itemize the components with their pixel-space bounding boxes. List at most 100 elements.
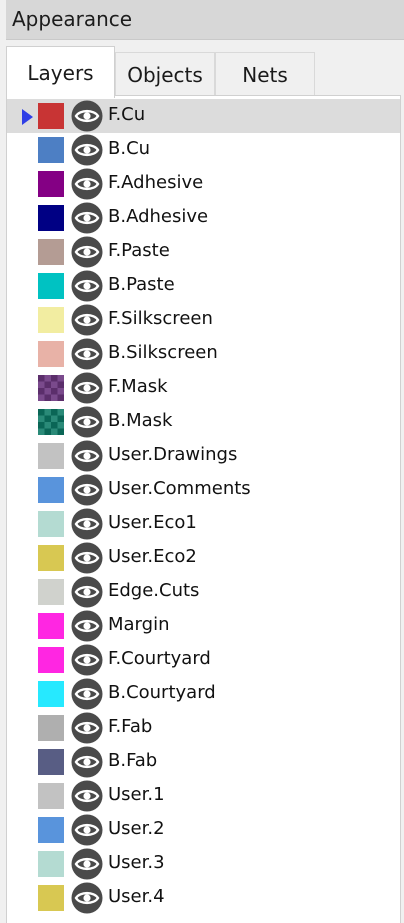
layer-row[interactable]: B.Mask bbox=[7, 405, 400, 439]
eye-icon[interactable] bbox=[71, 814, 103, 846]
layer-row[interactable]: F.Paste bbox=[7, 235, 400, 269]
eye-icon[interactable] bbox=[71, 270, 103, 302]
eye-icon[interactable] bbox=[71, 644, 103, 676]
layer-row[interactable]: Edge.Cuts bbox=[7, 575, 400, 609]
layer-name: User.Eco1 bbox=[108, 512, 197, 533]
layer-name: F.Adhesive bbox=[108, 172, 204, 193]
layers-panel: F.Cu B.Cu F.Adhesive B.Adhesive F.Paste B.Pas… bbox=[6, 95, 401, 923]
eye-icon[interactable] bbox=[71, 304, 103, 336]
layer-color-swatch[interactable] bbox=[38, 715, 64, 741]
layer-name: User.3 bbox=[108, 852, 165, 873]
eye-icon[interactable] bbox=[71, 236, 103, 268]
layer-color-swatch[interactable] bbox=[38, 103, 64, 129]
eye-icon[interactable] bbox=[71, 712, 103, 744]
layer-row[interactable]: User.Eco1 bbox=[7, 507, 400, 541]
eye-icon[interactable] bbox=[71, 848, 103, 880]
tab-objects[interactable]: Objects bbox=[115, 52, 215, 96]
layer-row[interactable]: F.Cu bbox=[7, 99, 400, 133]
layer-color-swatch[interactable] bbox=[38, 851, 64, 877]
eye-icon[interactable] bbox=[71, 576, 103, 608]
layer-color-swatch[interactable] bbox=[38, 783, 64, 809]
layer-row[interactable]: F.Silkscreen bbox=[7, 303, 400, 337]
eye-icon[interactable] bbox=[71, 406, 103, 438]
layer-name: B.Paste bbox=[108, 274, 175, 295]
layer-color-swatch[interactable] bbox=[38, 375, 64, 401]
eye-icon[interactable] bbox=[71, 134, 103, 166]
layer-row[interactable]: User.4 bbox=[7, 881, 400, 915]
layer-row[interactable]: F.Adhesive bbox=[7, 167, 400, 201]
layer-color-swatch[interactable] bbox=[38, 409, 64, 435]
layer-name: F.Silkscreen bbox=[108, 308, 213, 329]
layer-row[interactable]: F.Courtyard bbox=[7, 643, 400, 677]
layer-color-swatch[interactable] bbox=[38, 137, 64, 163]
layer-name: User.1 bbox=[108, 784, 165, 805]
layer-name: B.Courtyard bbox=[108, 682, 216, 703]
eye-icon[interactable] bbox=[71, 882, 103, 914]
layer-color-swatch[interactable] bbox=[38, 647, 64, 673]
layer-color-swatch[interactable] bbox=[38, 443, 64, 469]
layer-name: F.Fab bbox=[108, 716, 153, 737]
layer-color-swatch[interactable] bbox=[38, 511, 64, 537]
eye-icon[interactable] bbox=[71, 780, 103, 812]
layer-color-swatch[interactable] bbox=[38, 205, 64, 231]
layer-color-swatch[interactable] bbox=[38, 579, 64, 605]
eye-icon[interactable] bbox=[71, 440, 103, 472]
layer-color-swatch[interactable] bbox=[38, 545, 64, 571]
layer-row[interactable]: User.3 bbox=[7, 847, 400, 881]
layer-name: User.2 bbox=[108, 818, 165, 839]
eye-icon[interactable] bbox=[71, 746, 103, 778]
eye-icon[interactable] bbox=[71, 678, 103, 710]
layer-color-swatch[interactable] bbox=[38, 477, 64, 503]
layer-name: User.Comments bbox=[108, 478, 251, 499]
layer-name: F.Mask bbox=[108, 376, 168, 397]
layer-row[interactable]: B.Cu bbox=[7, 133, 400, 167]
tab-nets[interactable]: Nets bbox=[215, 52, 315, 96]
layer-list: F.Cu B.Cu F.Adhesive B.Adhesive F.Paste B.Pas… bbox=[7, 99, 400, 915]
layer-name: B.Fab bbox=[108, 750, 158, 771]
layer-row[interactable]: F.Mask bbox=[7, 371, 400, 405]
layer-row[interactable]: User.Comments bbox=[7, 473, 400, 507]
layer-name: B.Silkscreen bbox=[108, 342, 218, 363]
layer-name: User.Drawings bbox=[108, 444, 238, 465]
layer-row[interactable]: F.Fab bbox=[7, 711, 400, 745]
layer-row[interactable]: B.Fab bbox=[7, 745, 400, 779]
layer-color-swatch[interactable] bbox=[38, 817, 64, 843]
panel-title: Appearance bbox=[12, 7, 133, 31]
layer-name: F.Paste bbox=[108, 240, 170, 261]
layer-row[interactable]: User.2 bbox=[7, 813, 400, 847]
layer-row[interactable]: User.Drawings bbox=[7, 439, 400, 473]
layer-row[interactable]: User.1 bbox=[7, 779, 400, 813]
eye-icon[interactable] bbox=[71, 168, 103, 200]
layer-color-swatch[interactable] bbox=[38, 171, 64, 197]
layer-color-swatch[interactable] bbox=[38, 885, 64, 911]
layer-row[interactable]: B.Silkscreen bbox=[7, 337, 400, 371]
layer-color-swatch[interactable] bbox=[38, 307, 64, 333]
layer-color-swatch[interactable] bbox=[38, 749, 64, 775]
tab-layers[interactable]: Layers bbox=[6, 46, 115, 98]
layer-color-swatch[interactable] bbox=[38, 273, 64, 299]
eye-icon[interactable] bbox=[71, 610, 103, 642]
layer-row[interactable]: B.Adhesive bbox=[7, 201, 400, 235]
layer-color-swatch[interactable] bbox=[38, 341, 64, 367]
layer-row[interactable]: Margin bbox=[7, 609, 400, 643]
eye-icon[interactable] bbox=[71, 202, 103, 234]
layer-color-swatch[interactable] bbox=[38, 681, 64, 707]
layer-name: Margin bbox=[108, 614, 170, 635]
eye-icon[interactable] bbox=[71, 100, 103, 132]
layer-color-swatch[interactable] bbox=[38, 613, 64, 639]
eye-icon[interactable] bbox=[71, 542, 103, 574]
layer-row[interactable]: B.Courtyard bbox=[7, 677, 400, 711]
panel-header: Appearance bbox=[6, 0, 404, 40]
layer-name: F.Courtyard bbox=[108, 648, 211, 669]
layer-color-swatch[interactable] bbox=[38, 239, 64, 265]
layer-row[interactable]: B.Paste bbox=[7, 269, 400, 303]
layer-name: User.4 bbox=[108, 886, 165, 907]
layer-name: B.Cu bbox=[108, 138, 151, 159]
layer-name: Edge.Cuts bbox=[108, 580, 200, 601]
eye-icon[interactable] bbox=[71, 372, 103, 404]
layer-row[interactable]: User.Eco2 bbox=[7, 541, 400, 575]
eye-icon[interactable] bbox=[71, 338, 103, 370]
eye-icon[interactable] bbox=[71, 508, 103, 540]
tab-bar: Layers Objects Nets bbox=[6, 40, 404, 98]
eye-icon[interactable] bbox=[71, 474, 103, 506]
